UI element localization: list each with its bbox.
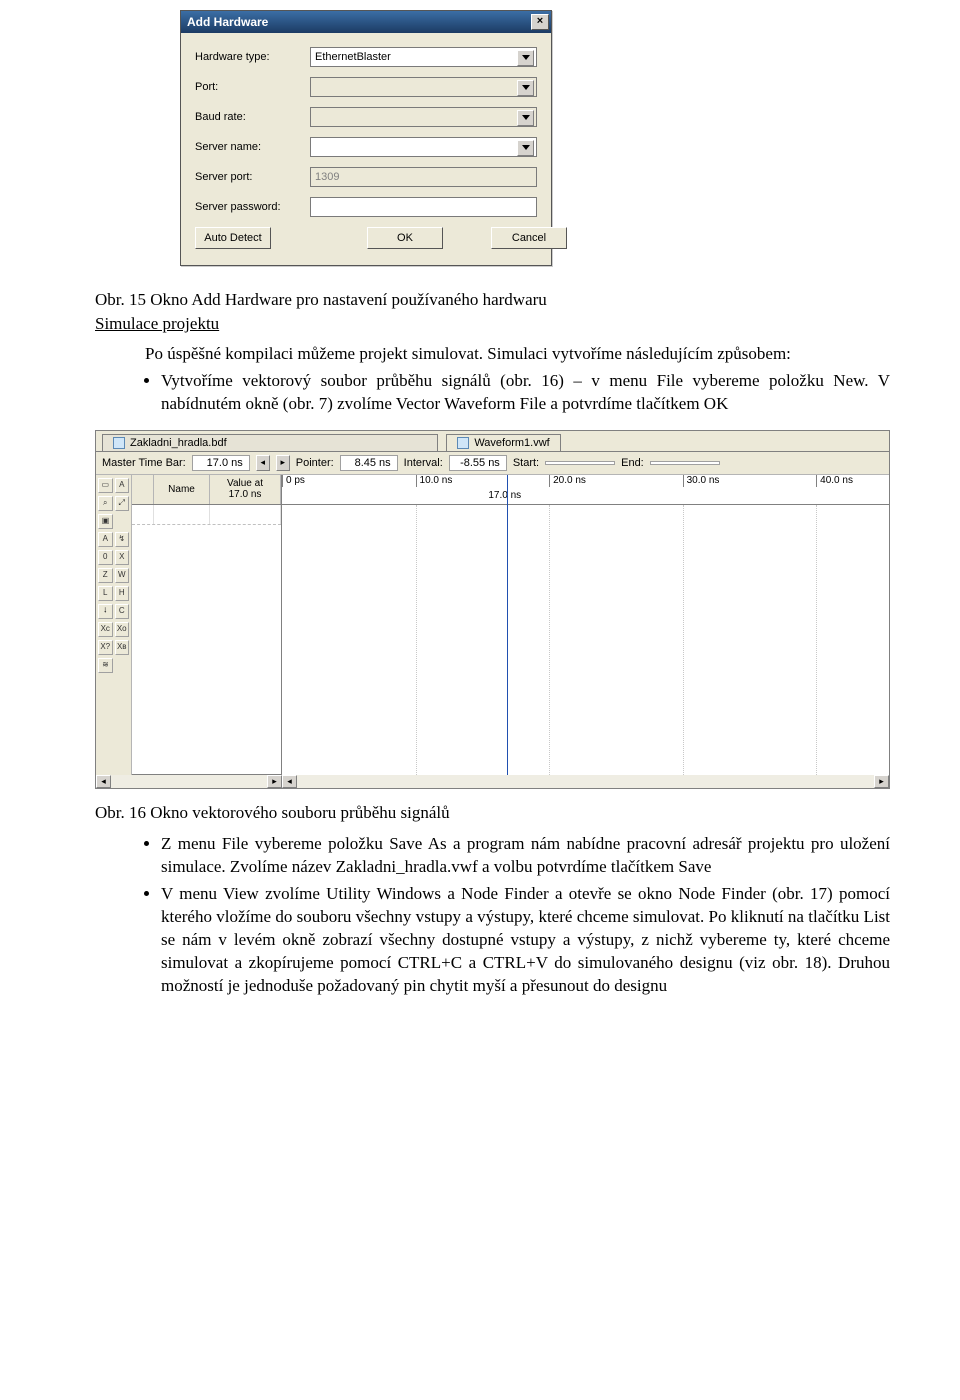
server-name-combo[interactable] (310, 137, 537, 157)
close-icon[interactable]: × (531, 14, 549, 30)
tool-x1-icon[interactable]: X (115, 550, 130, 565)
master-time-value[interactable]: 17.0 ns (192, 455, 250, 471)
waveform-window: Zakladni_hradla.bdf Waveform1.vwf Master… (95, 430, 890, 789)
chevron-down-icon (522, 115, 530, 120)
dialog-titlebar: Add Hardware × (181, 11, 551, 33)
cancel-button[interactable]: Cancel (491, 227, 567, 249)
tool-z-icon[interactable]: Z (98, 568, 113, 583)
col-value: Value at 17.0 ns (210, 475, 281, 504)
list-item[interactable] (132, 505, 281, 525)
tool-xr-icon[interactable]: X? (98, 640, 113, 655)
port-combo[interactable] (310, 77, 537, 97)
tool-cnt-icon[interactable]: C (115, 604, 130, 619)
tool-xb-icon[interactable]: Xв (115, 640, 130, 655)
tool-text-icon[interactable]: A (115, 478, 130, 493)
tool-xo-icon[interactable]: Xo (115, 622, 130, 637)
server-pw-field[interactable] (310, 197, 537, 217)
bullet-item: Z menu File vybereme položku Save As a p… (161, 833, 890, 879)
port-label: Port: (195, 81, 310, 93)
end-value (650, 461, 720, 465)
tab-waveform[interactable]: Waveform1.vwf (446, 434, 560, 451)
baud-label: Baud rate: (195, 111, 310, 123)
tick-label: 20.0 ns (553, 475, 586, 486)
tool-misc-icon[interactable]: ≋ (98, 658, 113, 673)
master-time-label: Master Time Bar: (102, 457, 186, 469)
step-left-button[interactable]: ◂ (256, 455, 270, 471)
hardware-type-combo[interactable]: EthernetBlaster (310, 47, 537, 67)
paragraph-intro: Po úspěšné kompilaci můžeme projekt simu… (95, 344, 890, 364)
tool-l-icon[interactable]: L (98, 586, 113, 601)
waveform-canvas[interactable]: 0 ps 10.0 ns 20.0 ns 30.0 ns 40.0 ns 17.… (282, 475, 889, 775)
ok-button[interactable]: OK (367, 227, 443, 249)
add-hardware-dialog: Add Hardware × Hardware type: EthernetBl… (180, 10, 552, 266)
start-value (545, 461, 615, 465)
tool-xc-icon[interactable]: Xc (98, 622, 113, 637)
end-label: End: (621, 457, 644, 469)
scroll-left-button[interactable]: ◂ (282, 775, 297, 788)
signal-list-pane: Name Value at 17.0 ns (132, 475, 282, 775)
file-icon (113, 437, 125, 449)
waveform-toolbar: Master Time Bar: 17.0 ns ◂ ▸ Pointer: 8.… (96, 452, 889, 475)
server-name-label: Server name: (195, 141, 310, 153)
figure-caption-16: Obr. 16 Okno vektorového souboru průběhu… (95, 803, 890, 823)
time-ruler: 0 ps 10.0 ns 20.0 ns 30.0 ns 40.0 ns 17.… (282, 475, 889, 505)
tick-label: 30.0 ns (687, 475, 720, 486)
figure-caption-15: Obr. 15 Okno Add Hardware pro nastavení … (95, 290, 890, 310)
tick-label: 10.0 ns (420, 475, 453, 486)
tool-zoomfit-icon[interactable]: ⤢ (115, 496, 130, 511)
tick-label: 40.0 ns (820, 475, 853, 486)
tab-label: Waveform1.vwf (474, 437, 549, 449)
tool-pointer-icon[interactable]: ▭ (98, 478, 113, 493)
scrollbar-track[interactable] (297, 775, 874, 788)
server-port-value: 1309 (315, 171, 339, 183)
server-port-label: Server port: (195, 171, 310, 183)
file-icon (457, 437, 469, 449)
tool-full-icon[interactable]: ▣ (98, 514, 113, 529)
tool-x0-icon[interactable]: 0 (98, 550, 113, 565)
col-name: Name (154, 475, 210, 504)
hardware-type-label: Hardware type: (195, 51, 310, 63)
tool-zoom-icon[interactable]: ⌕ (98, 496, 113, 511)
chevron-down-icon (522, 85, 530, 90)
baud-combo[interactable] (310, 107, 537, 127)
dialog-title: Add Hardware (187, 15, 268, 29)
tool-palette: ▭A ⌕⤢ ▣ A↯ 0X ZW LH ⭭C XcXo X?Xв ≋ (96, 475, 132, 775)
server-port-field[interactable]: 1309 (310, 167, 537, 187)
interval-value: -8.55 ns (449, 455, 507, 471)
scroll-left-button[interactable]: ◂ (96, 775, 111, 788)
section-heading-simulation: Simulace projektu (95, 314, 890, 334)
col-index (132, 475, 154, 504)
server-pw-label: Server password: (195, 201, 310, 213)
tick-label: 0 ps (286, 475, 305, 486)
step-right-button[interactable]: ▸ (276, 455, 290, 471)
interval-label: Interval: (404, 457, 443, 469)
pointer-value: 8.45 ns (340, 455, 398, 471)
auto-detect-button[interactable]: Auto Detect (195, 227, 271, 249)
tool-h-icon[interactable]: H (115, 586, 130, 601)
cursor-label: 17.0 ns (488, 490, 521, 501)
tab-bdf[interactable]: Zakladni_hradla.bdf (102, 434, 438, 451)
chevron-down-icon (522, 55, 530, 60)
chevron-down-icon (522, 145, 530, 150)
scroll-right-button[interactable]: ▸ (267, 775, 282, 788)
scrollbar-track[interactable] (111, 775, 267, 788)
tab-label: Zakladni_hradla.bdf (130, 437, 227, 449)
scroll-right-button[interactable]: ▸ (874, 775, 889, 788)
time-cursor[interactable] (507, 475, 508, 775)
tool-a1-icon[interactable]: A (98, 532, 113, 547)
tool-a2-icon[interactable]: ↯ (115, 532, 130, 547)
tool-inv-icon[interactable]: ⭭ (98, 604, 113, 619)
start-label: Start: (513, 457, 539, 469)
bullet-item: V menu View zvolíme Utility Windows a No… (161, 883, 890, 998)
bullet-item: Vytvoříme vektorový soubor průběhu signá… (161, 370, 890, 416)
tool-w-icon[interactable]: W (115, 568, 130, 583)
pointer-label: Pointer: (296, 457, 334, 469)
hardware-type-value: EthernetBlaster (315, 51, 391, 63)
